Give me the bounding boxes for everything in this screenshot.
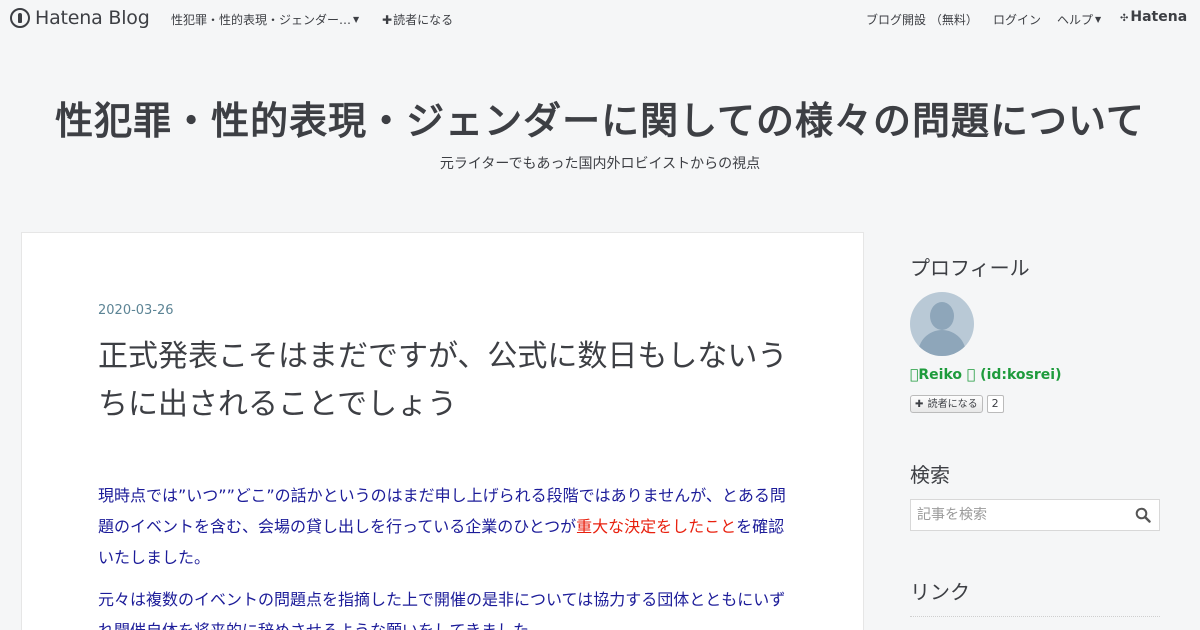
login-link[interactable]: ログイン [993,11,1041,28]
search-icon[interactable] [1135,507,1151,523]
hatena-brand-label: Hatena [1130,9,1188,25]
blog-description: 元ライターでもあった国内外ロビイストからの視点 [439,156,761,172]
entry-card: 2020-03-26 正式発表こそはまだですが、公式に数日もしないうちに出される… [21,232,864,630]
search-heading: 検索 [910,463,950,487]
avatar[interactable] [910,292,974,356]
search-input[interactable] [911,500,1121,530]
subscribe-button-label: 読者になる [927,399,978,410]
search-box [910,499,1160,531]
divider [910,616,1160,617]
subscribe-link-label: 読者になる [393,13,454,27]
entry-body: 現時点では”いつ””どこ”の話かというのはまだ申し上げられる段階ではありませんが… [98,480,792,630]
entry-paragraph: 現時点では”いつ””どこ”の話かというのはまだ申し上げられる段階ではありませんが… [98,480,792,573]
hatena-menu[interactable]: ✣ Hatena [1120,9,1187,25]
global-header: Hatena Blog 性犯罪・性的表現・ジェンダー… ▼ ✚読者になる ブログ開… [0,0,1200,36]
help-label: ヘルプ [1057,13,1094,27]
plus-icon: ✚ [915,399,924,410]
caret-down-icon: ▼ [353,15,360,24]
help-menu[interactable]: ヘルプ ▼ [1057,11,1101,28]
avatar-body-shape [918,330,966,356]
hatena-pen-icon [10,8,30,28]
hatena-dots-icon: ✣ [1120,13,1129,24]
blog-title[interactable]: 性犯罪・性的表現・ジェンダーに関しての様々の問題について [0,90,1200,145]
blog-dropdown-label: 性犯罪・性的表現・ジェンダー… [171,13,352,27]
sidebar-subscribe: ✚ 読者になる 2 [910,395,1004,413]
caret-down-icon: ▼ [1095,15,1102,24]
logo-text: Hatena Blog [35,7,150,29]
profile-name-link[interactable]: Reiko  (id:kosrei) [910,367,1061,383]
profile-heading: プロフィール [910,256,1030,280]
avatar-head-shape [930,302,954,330]
links-heading: リンク [910,580,970,604]
open-blog-link[interactable]: ブログ開設 （無料） [866,11,978,28]
subscriber-count[interactable]: 2 [986,395,1004,413]
plus-icon: ✚ [382,13,393,27]
entry-title[interactable]: 正式発表こそはまだですが、公式に数日もしないうちに出されることでしょう [98,333,798,429]
subscribe-link[interactable]: ✚読者になる [382,11,453,28]
hatena-blog-logo[interactable]: Hatena Blog [10,6,150,30]
subscribe-button[interactable]: ✚ 読者になる [910,395,983,413]
blog-dropdown[interactable]: 性犯罪・性的表現・ジェンダー… ▼ [171,11,359,28]
entry-highlight-text: 重大な決定をしたこと [576,517,737,536]
entry-date[interactable]: 2020-03-26 [98,303,174,318]
entry-paragraph: 元々は複数のイベントの問題点を指摘した上で開催の是非については協力する団体ととも… [98,590,786,630]
